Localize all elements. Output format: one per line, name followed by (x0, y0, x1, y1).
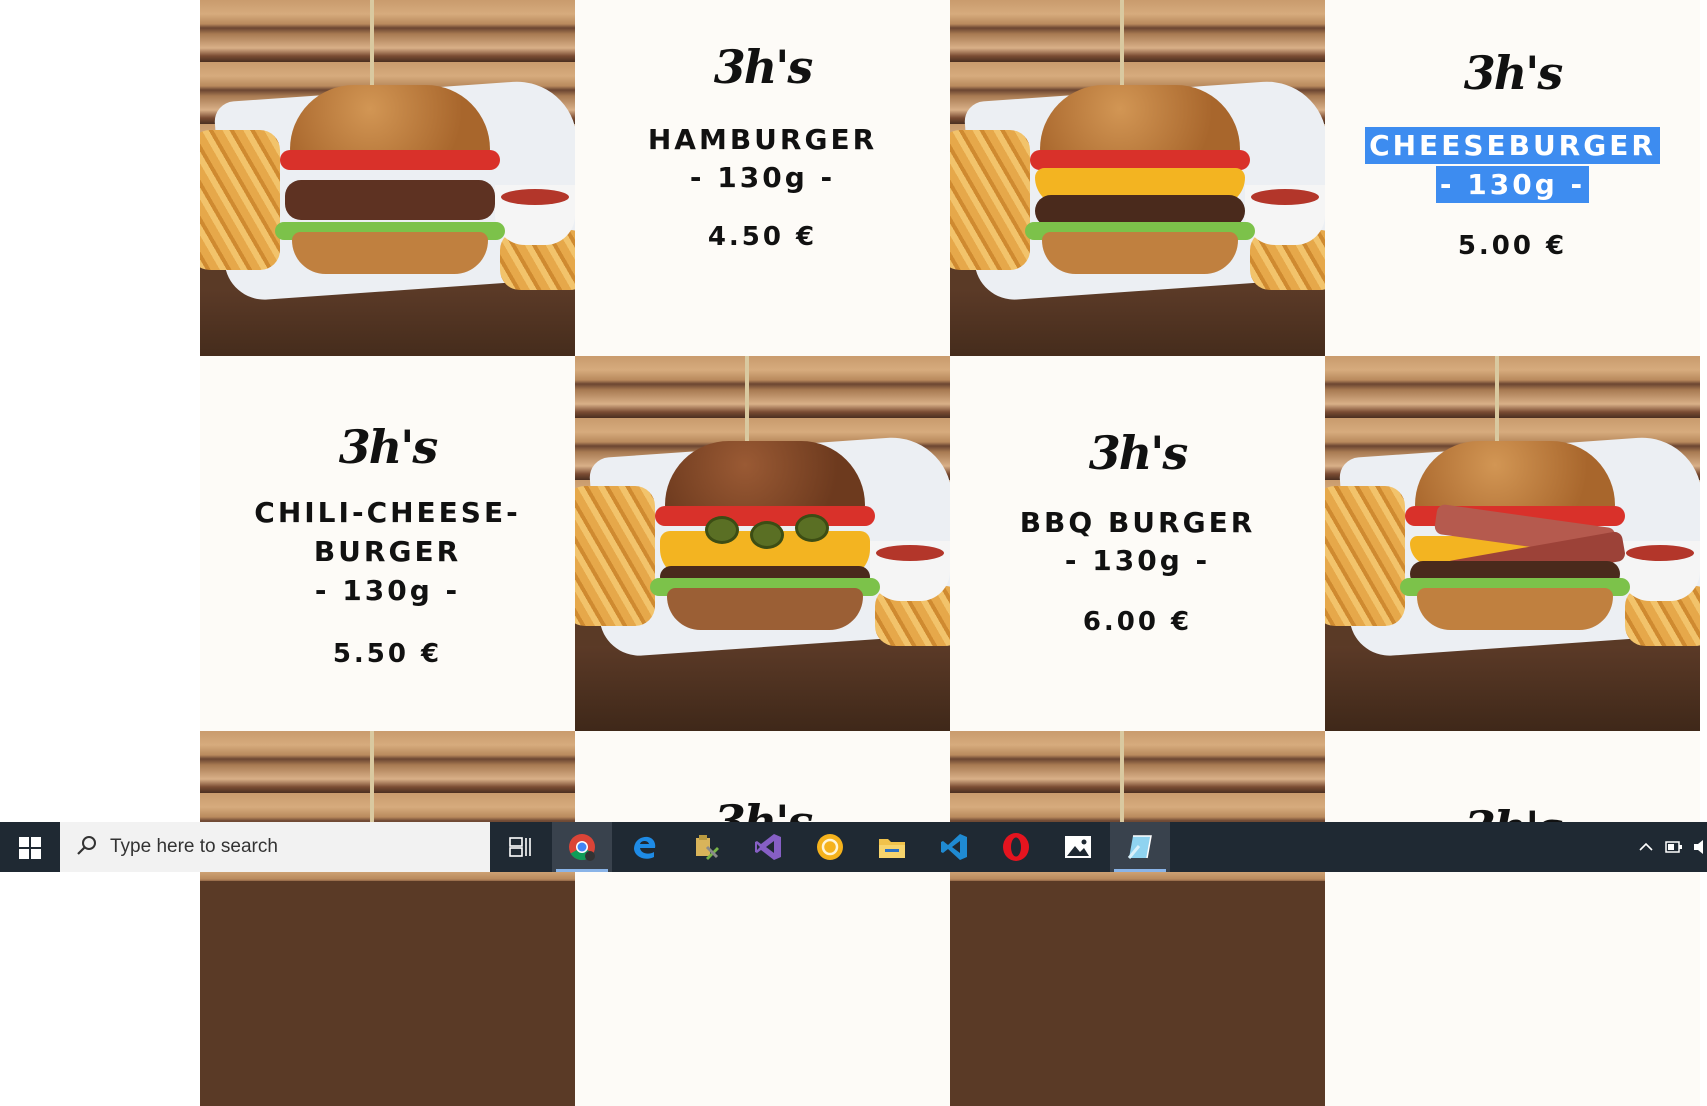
system-tray (1636, 822, 1706, 872)
item-price: 5.50 € (332, 639, 443, 669)
search-icon (77, 836, 96, 855)
opera-icon (1003, 833, 1029, 861)
snip-icon (1127, 835, 1152, 859)
brand-logo: 3h's (1088, 426, 1188, 480)
brand-logo: 3h's (1463, 46, 1563, 100)
visual-studio-taskbar-button[interactable] (738, 822, 798, 872)
yellow-circle-app-taskbar-button[interactable] (800, 822, 860, 872)
taskbar-search-box[interactable]: Type here to search (60, 822, 490, 872)
item-weight: - 130g - (1325, 166, 1700, 204)
file-explorer-icon (879, 839, 905, 858)
snip-taskbar-button[interactable] (1110, 822, 1170, 872)
burger-photo-partial (950, 731, 1325, 1106)
vscode-icon (941, 834, 967, 860)
chrome-taskbar-button[interactable] (552, 822, 612, 872)
item-price: 4.50 € (707, 222, 818, 252)
windows-taskbar: Type here to search (0, 822, 1707, 872)
item-name: CHEESEBURGER (1325, 127, 1700, 165)
chrome-icon (569, 834, 595, 861)
item-price: 5.00 € (1457, 231, 1568, 261)
photos-icon (1065, 836, 1091, 858)
menu-card-chili-cheeseburger: 3h's CHILI-CHEESE- BURGER - 130g - 5.50 … (200, 356, 575, 731)
text-selection-highlight[interactable]: CHEESEBURGER (1365, 127, 1660, 164)
burger-photo-chili-cheeseburger (575, 356, 950, 731)
edge-taskbar-button[interactable] (614, 822, 674, 872)
item-weight: - 130g - (689, 161, 836, 194)
item-name-line-1: CHILI-CHEESE- (254, 496, 521, 529)
yellow-circle-app-icon (817, 834, 843, 860)
item-name: BBQ BURGER (1019, 506, 1256, 539)
item-price: 6.00 € (1082, 607, 1193, 637)
brand-logo: 3h's (713, 40, 813, 94)
volume-icon[interactable] (1692, 837, 1706, 857)
vscode-taskbar-button[interactable] (924, 822, 984, 872)
start-button[interactable] (0, 822, 60, 872)
text-selection-highlight[interactable]: - 130g - (1435, 166, 1590, 203)
burger-photo-cheeseburger (950, 0, 1325, 375)
network-icon[interactable] (1664, 837, 1686, 857)
item-weight: - 130g - (314, 574, 461, 607)
edge-icon (634, 836, 656, 859)
tool-app-taskbar-button[interactable] (676, 822, 736, 872)
burger-photo-partial (200, 731, 575, 1106)
menu-card-bbq-burger: 3h's BBQ BURGER - 130g - 6.00 € (950, 356, 1325, 731)
menu-card-partial: 3h's (1325, 731, 1700, 1106)
menu-card-partial: 3h's (575, 731, 950, 1106)
photos-taskbar-button[interactable] (1048, 822, 1108, 872)
burger-photo-hamburger (200, 0, 575, 375)
search-placeholder: Type here to search (110, 836, 278, 857)
item-weight: - 130g - (1064, 544, 1211, 577)
menu-card-hamburger: 3h's HAMBURGER - 130g - 4.50 € (575, 0, 950, 375)
tool-app-icon (696, 835, 719, 860)
item-name: HAMBURGER (647, 123, 878, 156)
task-view-icon (509, 837, 531, 857)
opera-taskbar-button[interactable] (986, 822, 1046, 872)
file-explorer-taskbar-button[interactable] (862, 822, 922, 872)
menu-card-cheeseburger: 3h's CHEESEBURGER - 130g - 5.00 € (1325, 0, 1700, 375)
task-view-button[interactable] (490, 822, 550, 872)
burger-photo-bbq-burger (1325, 356, 1700, 731)
visual-studio-icon (755, 834, 781, 860)
chevron-up-icon[interactable] (1636, 837, 1656, 857)
item-name-line-2: BURGER (313, 535, 462, 568)
windows-start-icon (19, 837, 41, 859)
brand-logo: 3h's (338, 420, 438, 474)
